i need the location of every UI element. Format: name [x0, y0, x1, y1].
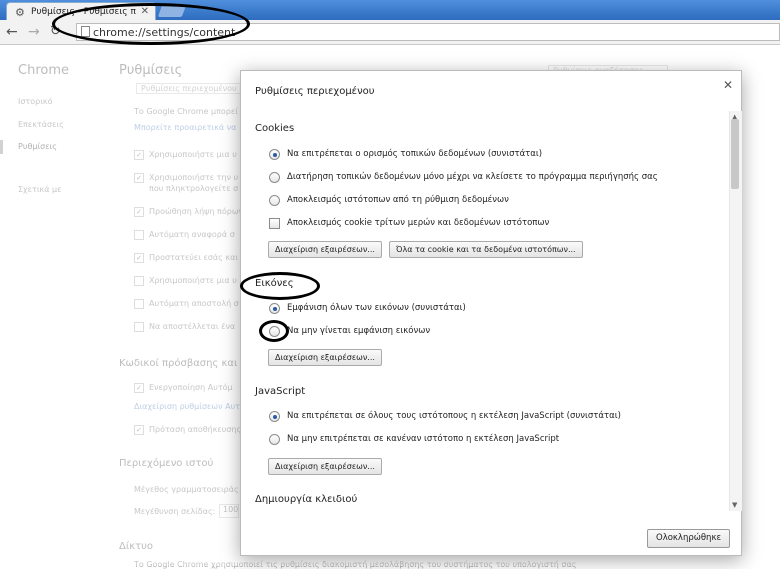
dialog-body: Cookies Να επιτρέπεται ο ορισμός τοπικών…	[241, 111, 729, 511]
option-label: Να επιτρέπεται σε όλους τους ιστότοπους …	[287, 411, 621, 421]
cookies-exceptions-button[interactable]: Διαχείριση εξαιρέσεων...	[268, 241, 382, 258]
option-label: Εμφάνιση όλων των εικόνων (συνιστάται)	[287, 303, 466, 313]
option-label: Αποκλεισμός ιστότοπων από τη ρύθμιση δεδ…	[287, 195, 509, 205]
done-button[interactable]: Ολοκληρώθηκε	[647, 529, 731, 548]
radio-button[interactable]	[269, 411, 280, 422]
images-heading-highlight-ellipse	[240, 272, 320, 300]
gear-icon: ⚙	[15, 6, 25, 19]
back-arrow-icon[interactable]: ←	[6, 24, 18, 40]
option-label: Διατήρηση τοπικών δεδομένων μόνο μέχρι ν…	[287, 172, 658, 182]
javascript-heading: JavaScript	[255, 386, 306, 397]
radio-button[interactable]	[269, 303, 280, 314]
content-settings-dialog: Ρυθμίσεις περιεχομένου ✕ Cookies Να επιτ…	[240, 70, 742, 556]
forward-arrow-icon[interactable]: →	[28, 24, 40, 40]
all-cookies-button[interactable]: Όλα τα cookie και τα δεδομένα ιστοτόπων.…	[389, 241, 583, 258]
close-icon[interactable]: ✕	[723, 78, 733, 92]
scrollbar-thumb[interactable]	[731, 119, 739, 189]
radio-button[interactable]	[269, 149, 280, 160]
javascript-exceptions-button[interactable]: Διαχείριση εξαιρέσεων...	[268, 458, 382, 475]
dialog-scrollbar[interactable]: ▲ ▼	[729, 111, 742, 511]
images-exceptions-button[interactable]: Διαχείριση εξαιρέσεων...	[268, 349, 382, 366]
option-label: Να μην γίνεται εμφάνιση εικόνων	[287, 326, 431, 336]
radio-button[interactable]	[269, 434, 280, 445]
radio-button[interactable]	[269, 172, 280, 183]
option-label: Να επιτρέπεται ο ορισμός τοπικών δεδομέν…	[287, 149, 543, 159]
option-label: Να μην επιτρέπεται σε κανέναν ιστότοπο η…	[287, 434, 560, 444]
radio-button[interactable]	[269, 195, 280, 206]
block-images-radio-highlight-ellipse	[259, 320, 289, 342]
checkbox[interactable]	[269, 218, 280, 229]
option-label: Αποκλεισμός cookie τρίτων μερών και δεδο…	[287, 218, 550, 228]
url-highlight-ellipse	[52, 3, 250, 45]
cookies-heading: Cookies	[255, 123, 295, 134]
keygen-heading: Δημιουργία κλειδιού	[255, 494, 358, 505]
dialog-title: Ρυθμίσεις περιεχομένου	[255, 86, 375, 97]
scroll-down-arrow-icon[interactable]: ▼	[732, 501, 737, 509]
